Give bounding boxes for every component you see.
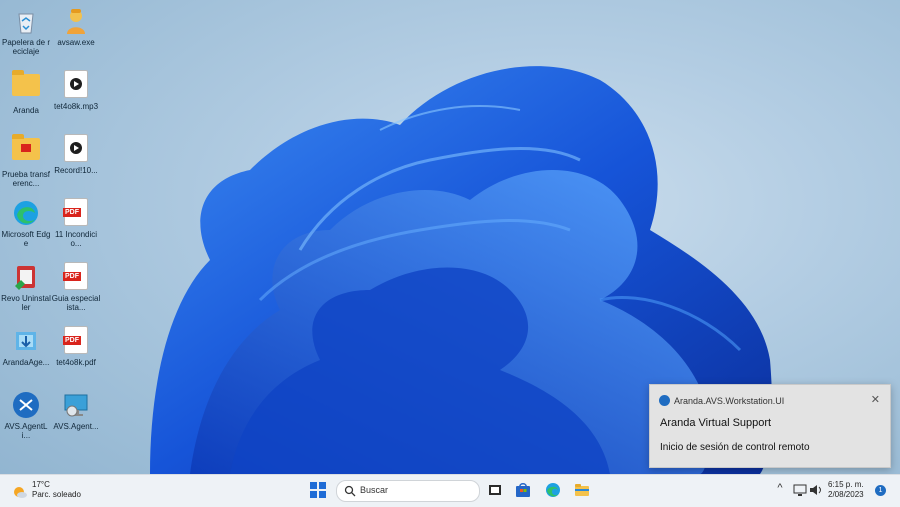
aranda-app-icon: [659, 395, 670, 406]
media-file-icon: [61, 134, 91, 164]
desktop-icon-pdf-incondicio[interactable]: PDF 11 Incondicio...: [51, 198, 101, 248]
store-button[interactable]: [515, 482, 531, 498]
clock-date: 2/08/2023: [828, 490, 864, 499]
desktop-icon-label: AVS.Agent...: [53, 422, 99, 431]
search-box[interactable]: Buscar: [336, 480, 480, 502]
desktop-icon-prueba-folder[interactable]: Prueba transferenc...: [1, 134, 51, 188]
desktop-icon-label: Microsoft Edge: [1, 230, 51, 248]
clock-time: 6:15 p. m.: [828, 480, 864, 489]
desktop-icon-label: Guia especialista...: [51, 294, 101, 312]
notification-count-badge[interactable]: 1: [875, 485, 886, 496]
desktop-icon-label: Record!10...: [54, 166, 98, 175]
desktop-icon-label: tet4o8k.pdf: [56, 358, 96, 367]
volume-icon[interactable]: [808, 482, 824, 498]
desktop-icon-edge[interactable]: Microsoft Edge: [1, 198, 51, 248]
desktop-icon-record[interactable]: Record!10...: [51, 134, 101, 175]
weather-widget[interactable]: 17°C Parc. soleado: [12, 480, 81, 500]
folder-icon: [11, 134, 41, 168]
pdf-icon: PDF: [61, 326, 91, 356]
desktop-icon-label: avsaw.exe: [57, 38, 95, 47]
start-button[interactable]: [310, 482, 326, 498]
recycle-bin-icon: [11, 6, 41, 36]
desktop-icon-revo[interactable]: Revo Uninstaller: [1, 262, 51, 312]
weather-temp: 17°C: [32, 480, 50, 489]
taskbar: 17°C Parc. soleado Buscar ^ 6:15 p. m. 2…: [0, 474, 900, 507]
desktop-icon-label: Aranda: [13, 106, 39, 115]
desktop-icon-pdf-tet[interactable]: PDF tet4o8k.pdf: [51, 326, 101, 367]
folder-icon: [11, 70, 41, 104]
desktop-icon-arandaage[interactable]: ArandaAge...: [1, 326, 51, 367]
desktop-icon-label: ArandaAge...: [2, 358, 50, 367]
desktop-icon-mp3[interactable]: tet4o8k.mp3: [51, 70, 101, 111]
edge-icon: [11, 198, 41, 228]
desktop-icon-aranda-folder[interactable]: Aranda: [1, 70, 51, 115]
weather-description: Parc. soleado: [32, 490, 81, 499]
close-icon[interactable]: ✕: [871, 393, 880, 406]
pdf-icon: PDF: [61, 198, 91, 228]
revo-uninstaller-icon: [11, 262, 41, 292]
desktop-icon-label: 11 Incondicio...: [54, 230, 98, 248]
installer-icon: [11, 326, 41, 356]
windows-logo-icon: [310, 482, 326, 498]
notification-title: Aranda Virtual Support: [660, 417, 772, 429]
pdf-icon: PDF: [61, 262, 91, 292]
file-explorer-button[interactable]: [574, 482, 590, 498]
tray-overflow-chevron[interactable]: ^: [772, 482, 788, 498]
folder-icon: [575, 484, 589, 496]
task-view-button[interactable]: [487, 482, 503, 498]
search-placeholder: Buscar: [360, 485, 389, 495]
weather-sun-icon: [14, 487, 27, 498]
desktop-icon-label: Revo Uninstaller: [1, 294, 51, 312]
edge-icon: [546, 483, 560, 497]
desktop: Papelera de reciclaje avsaw.exe Aranda t…: [0, 0, 900, 506]
media-file-icon: [61, 70, 91, 100]
desktop-icon-label: Prueba transferenc...: [1, 170, 51, 188]
agent-monitor-icon: [61, 390, 91, 420]
notification-app-name: Aranda.AVS.Workstation.UI: [674, 396, 785, 406]
edge-taskbar-button[interactable]: [545, 482, 561, 498]
desktop-icon-avsaw[interactable]: avsaw.exe: [51, 6, 101, 47]
desktop-icon-label: Papelera de reciclaje: [1, 38, 51, 56]
desktop-icon-label: tet4o8k.mp3: [53, 102, 99, 111]
store-icon: [516, 483, 530, 497]
desktop-icon-pdf-guia[interactable]: PDF Guia especialista...: [51, 262, 101, 312]
user-installer-icon: [61, 6, 91, 36]
remote-agent-icon: [11, 390, 41, 420]
desktop-icon-avs-agentli[interactable]: AVS.AgentLi...: [1, 390, 51, 440]
search-icon: [344, 485, 356, 497]
task-view-icon: [489, 485, 501, 495]
system-clock[interactable]: 6:15 p. m. 2/08/2023: [828, 480, 864, 500]
notification-toast[interactable]: Aranda.AVS.Workstation.UI ✕ Aranda Virtu…: [649, 384, 891, 468]
network-icon[interactable]: [792, 482, 808, 498]
notification-message: Inicio de sesión de control remoto: [660, 442, 810, 453]
desktop-icon-recycle-bin[interactable]: Papelera de reciclaje: [1, 6, 51, 56]
desktop-icon-avs-agent[interactable]: AVS.Agent...: [51, 390, 101, 431]
desktop-icon-label: AVS.AgentLi...: [4, 422, 48, 440]
